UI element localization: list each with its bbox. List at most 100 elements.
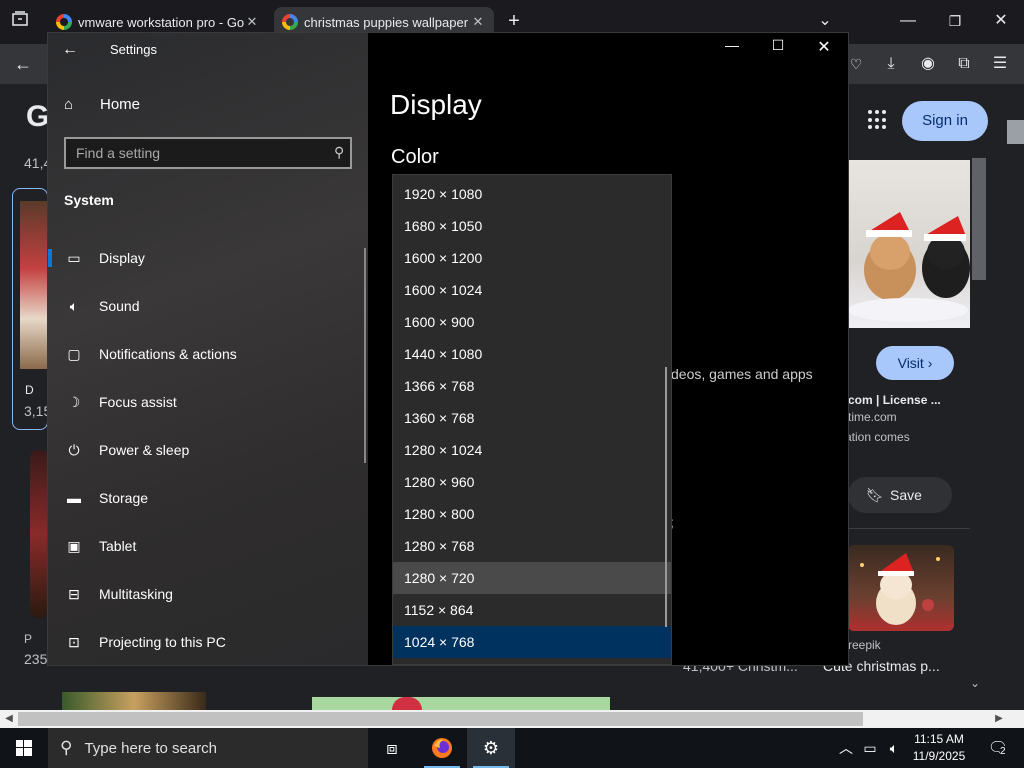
dropdown-scrollbar[interactable] [665, 367, 667, 627]
back-arrow-icon[interactable]: ← [62, 41, 82, 61]
resolution-option[interactable]: 1600 × 1200 [393, 242, 671, 274]
result-thumbnail[interactable] [62, 692, 206, 710]
moon-icon: ☽ [67, 393, 81, 410]
preview-source[interactable]: e.com | License ... [838, 393, 941, 407]
resolution-option[interactable]: 1440 × 1080 [393, 338, 671, 370]
resolution-option[interactable]: 1920 × 1080 [393, 178, 671, 210]
home-nav-item[interactable]: ⌂ Home [64, 96, 140, 113]
result-card-selected[interactable]: D 3,15 [12, 188, 48, 430]
tab-title: christmas puppies wallpaper - G [304, 14, 470, 30]
monitor-icon: ▭ [67, 249, 81, 266]
volume-muted-icon[interactable]: 🔈︎ [882, 728, 906, 768]
menu-icon[interactable]: ☰ [988, 52, 1012, 76]
tablet-icon: ▣ [67, 537, 81, 554]
settings-sidebar: ← Settings ⌂ Home Find a setting ⚲ Syste… [48, 33, 368, 665]
nav-multitasking[interactable]: ⊟ Multitasking [48, 574, 368, 614]
resolution-option[interactable]: 1280 × 960 [393, 466, 671, 498]
scroll-left-arrow-icon[interactable]: ◀ [0, 710, 18, 728]
close-icon[interactable]: ✕ [814, 37, 834, 57]
resolution-option[interactable]: 1680 × 1050 [393, 210, 671, 242]
resolution-option[interactable]: 1280 × 1024 [393, 434, 671, 466]
visit-button[interactable]: Visit › [876, 346, 954, 380]
result-thumbnail[interactable] [312, 697, 610, 710]
show-hidden-icons-chevron-icon[interactable]: ︿ [834, 728, 858, 768]
clock-time: 11:15 AM [914, 732, 964, 746]
resolution-option[interactable]: 1152 × 864 [393, 594, 671, 626]
sidebar-scrollbar[interactable] [364, 248, 366, 463]
resolution-option[interactable]: 1280 × 768 [393, 530, 671, 562]
nav-power-sleep[interactable]: ⏻ Power & sleep [48, 430, 368, 470]
window-title: Settings [110, 42, 157, 57]
find-setting-input[interactable]: Find a setting ⚲ [64, 137, 352, 169]
resolution-option-selected[interactable]: 1024 × 768 [393, 626, 671, 658]
scrollbar-thumb[interactable] [18, 712, 863, 726]
nav-label: Tablet [99, 538, 137, 554]
preview-description: ation comes [845, 430, 910, 444]
task-view-icon[interactable]: ⧈ [368, 728, 416, 768]
puppy-illustration [860, 553, 940, 625]
tab-search-icon[interactable] [8, 10, 32, 34]
download-icon[interactable]: ⤓ [879, 52, 903, 76]
save-label: Save [890, 487, 922, 503]
start-button[interactable] [0, 728, 48, 768]
apps-grid-icon[interactable] [868, 110, 888, 130]
network-icon[interactable]: ▭ [858, 728, 882, 768]
nav-tablet[interactable]: ▣ Tablet [48, 526, 368, 566]
maximize-icon[interactable]: ☐ [768, 37, 788, 54]
section-heading-color: Color [391, 146, 439, 168]
resolution-dropdown-list[interactable]: 1920 × 1080 1680 × 1050 1600 × 1200 1600… [392, 174, 672, 665]
settings-content: — ☐ ✕ Display Color deos, games and apps… [368, 33, 848, 665]
home-label: Home [100, 96, 141, 113]
page-title: Display [390, 89, 482, 120]
scroll-right-arrow-icon[interactable]: ▶ [990, 710, 1008, 728]
visit-label: Visit [897, 355, 924, 371]
storage-icon: ▬ [67, 490, 81, 506]
bookmark-icon: 🔖︎ [866, 487, 884, 503]
result-thumbnail[interactable] [30, 450, 48, 618]
horizontal-scrollbar[interactable]: ◀ ▶ [0, 710, 1024, 728]
tab-close-icon[interactable]: ✕ [470, 14, 486, 30]
resolution-option[interactable]: 1600 × 1024 [393, 274, 671, 306]
nav-display[interactable]: ▭ Display [48, 238, 368, 278]
nav-notifications[interactable]: ▢ Notifications & actions [48, 334, 368, 374]
minimize-icon[interactable]: — [722, 37, 742, 53]
windows-logo-icon [16, 740, 32, 756]
nav-focus-assist[interactable]: ☽ Focus assist [48, 382, 368, 422]
nav-label: Notifications & actions [99, 346, 237, 362]
taskbar-search-box[interactable]: ⚲ Type here to search [48, 728, 368, 768]
notification-icon: ▢ [67, 345, 81, 362]
new-tab-button[interactable]: + [502, 9, 526, 33]
nav-projecting[interactable]: ⊡ Projecting to this PC [48, 622, 368, 662]
resolution-option[interactable]: 1280 × 800 [393, 498, 671, 530]
resolution-option-hovered[interactable]: 1280 × 720 [393, 562, 671, 594]
minimize-icon[interactable]: — [896, 9, 920, 33]
related-source: reepik [848, 638, 881, 652]
tab-close-icon[interactable]: ✕ [244, 14, 260, 30]
resolution-option[interactable]: 1600 × 900 [393, 306, 671, 338]
google-icon [56, 14, 72, 30]
tab-list-chevron-icon[interactable]: ⌄ [813, 9, 837, 33]
extensions-icon[interactable]: ⧉ [952, 52, 976, 76]
source-label: D [25, 383, 34, 397]
clock[interactable]: 11:15 AM 11/9/2025 [906, 731, 972, 765]
close-icon[interactable]: ✕ [989, 9, 1013, 33]
notification-count-badge: 2 [1000, 746, 1006, 757]
resolution-option[interactable]: 1360 × 768 [393, 402, 671, 434]
preview-scrollbar-thumb[interactable] [972, 158, 986, 280]
page-scrollbar-thumb[interactable] [1007, 120, 1024, 144]
restore-icon[interactable]: ❐ [943, 9, 967, 33]
preview-image[interactable] [848, 160, 970, 328]
related-image[interactable] [848, 545, 954, 631]
notification-center-icon[interactable]: 🗨︎ 2 [978, 728, 1018, 768]
preview-domain: time.com [848, 410, 897, 424]
nav-storage[interactable]: ▬ Storage [48, 478, 368, 518]
back-icon[interactable]: ← [11, 52, 35, 76]
settings-gear-icon[interactable]: ⚙ [467, 728, 515, 768]
nav-sound[interactable]: 🔈︎ Sound [48, 286, 368, 326]
resolution-option[interactable]: 1366 × 768 [393, 370, 671, 402]
scroll-down-chevron-icon[interactable]: ⌄ [970, 676, 980, 690]
save-button[interactable]: 🔖︎ Save [848, 477, 952, 513]
account-icon[interactable]: ◉ [916, 52, 940, 76]
sign-in-button[interactable]: Sign in [902, 101, 988, 141]
firefox-icon[interactable] [418, 728, 466, 768]
